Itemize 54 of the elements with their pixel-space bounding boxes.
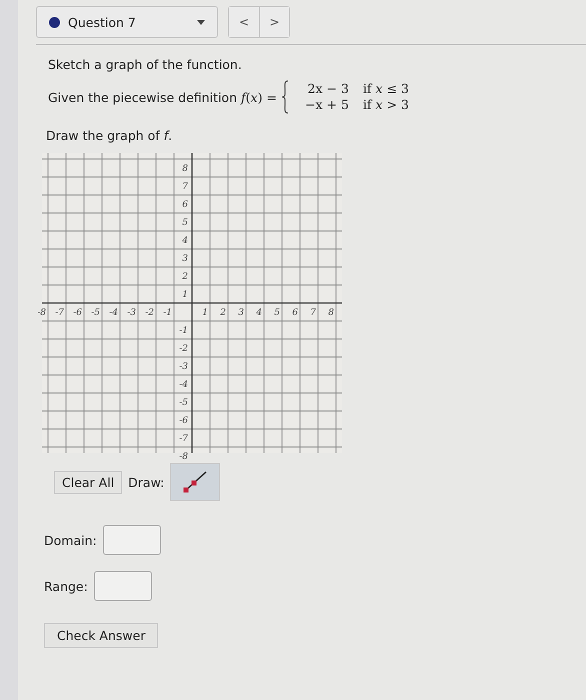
clear-all-button[interactable]: Clear All: [54, 470, 122, 494]
axis-label: -2: [179, 344, 188, 354]
axis-label: -1: [179, 326, 188, 336]
next-button[interactable]: >: [259, 7, 289, 37]
axis-label: 1: [202, 308, 208, 318]
axis-label: -5: [179, 398, 188, 408]
axis-label: 7: [310, 308, 316, 318]
axis-label: 1: [182, 290, 188, 300]
axis-label: -4: [179, 380, 188, 390]
input-field[interactable]: [94, 571, 152, 601]
field-label: Range:: [44, 578, 88, 594]
axis-label: 5: [182, 218, 188, 228]
axis-label: 6: [182, 200, 188, 210]
case-expression: 2x − 3: [306, 81, 349, 97]
case-expression: −x + 5: [304, 97, 349, 113]
axis-label: 4: [256, 308, 262, 318]
question-selector[interactable]: Question 7: [36, 6, 218, 38]
axis-label: 7: [182, 182, 188, 192]
prompt-text: Sketch a graph of the function.: [48, 57, 243, 72]
axis-label: -1: [163, 308, 172, 318]
axis-label: 3: [182, 254, 188, 264]
input-field[interactable]: [102, 525, 161, 555]
axis-label: 6: [292, 308, 298, 318]
axis-label: 8: [328, 308, 334, 318]
case-condition: if x > 3: [362, 97, 409, 113]
axis-label: -7: [55, 308, 64, 318]
case-condition: if x ≤ 3: [362, 81, 409, 97]
line-tool-button[interactable]: [170, 463, 220, 501]
axis-label: -8: [179, 452, 188, 462]
caret-icon: [197, 20, 205, 24]
axis-label: 4: [182, 236, 188, 246]
axis-label: -4: [109, 308, 118, 318]
axis-label: 3: [238, 308, 244, 318]
axis-label: 5: [274, 308, 280, 318]
axis-label: -5: [91, 308, 100, 318]
axis-label: 2: [182, 272, 188, 282]
field-label: Domain:: [44, 532, 97, 548]
draw-label: Draw:: [128, 474, 164, 490]
given-text: Given the piecewise definition: [48, 90, 238, 104]
brace-icon: [280, 80, 289, 114]
axis-label: 2: [220, 308, 226, 318]
axis-label: -6: [73, 308, 82, 318]
axis-label: -3: [127, 308, 136, 318]
instruction-text: Draw the graph of f.: [46, 128, 174, 143]
check-answer-button[interactable]: Check Answer: [44, 623, 158, 648]
axis-label: -7: [179, 434, 188, 444]
question-label: Question 7: [68, 14, 137, 30]
axis-label: -6: [179, 416, 188, 426]
axis-label: -3: [179, 362, 188, 372]
function-name: f(x) =: [241, 90, 277, 104]
axis-label: -2: [145, 308, 154, 318]
previous-button[interactable]: <: [229, 7, 259, 37]
status-dot: [49, 16, 60, 28]
axis-label: 8: [182, 164, 188, 174]
